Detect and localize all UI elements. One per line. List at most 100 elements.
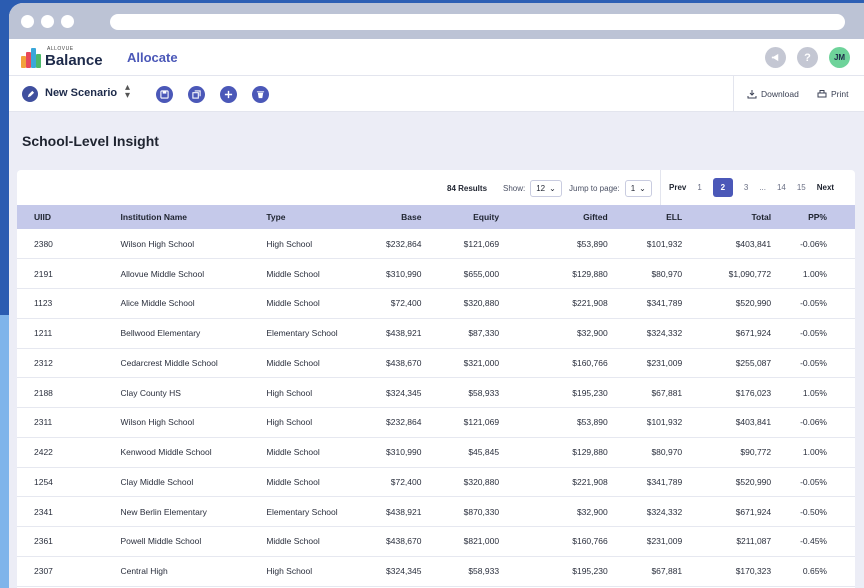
column-header-total[interactable]: Total	[682, 205, 771, 229]
print-label: Print	[831, 89, 849, 99]
duplicate-button[interactable]	[188, 86, 205, 103]
print-button[interactable]: Print	[817, 89, 848, 99]
table-row[interactable]: 1211 Bellwood Elementary Elementary School…	[17, 318, 855, 349]
show-label: Show:	[503, 184, 526, 193]
browser-window: ALLOVUE Balance Allocate ? JM New Scenar…	[9, 3, 864, 588]
type-cell: Elementary School	[266, 318, 366, 349]
institution-cell: Clay Middle School	[120, 467, 267, 498]
uiid-cell: 2191	[17, 258, 121, 289]
pp-percent-cell: -0.05%	[771, 348, 855, 379]
base-cell: $310,990	[365, 437, 422, 468]
page-link-1[interactable]: 1	[697, 183, 701, 192]
page-link-14[interactable]: 14	[777, 183, 786, 192]
total-cell: $255,087	[682, 348, 772, 379]
pp-percent-cell: -0.06%	[771, 229, 855, 260]
base-cell: $438,921	[365, 318, 422, 349]
brand-name: Balance	[45, 52, 103, 69]
table-row[interactable]: 2341 New Berlin Elementary Elementary Scho…	[17, 496, 855, 527]
window-maximize-dot[interactable]	[61, 15, 74, 28]
equity-cell: $320,880	[421, 288, 500, 319]
pp-percent-cell: -0.05%	[771, 288, 855, 319]
scenario-switch-chevron-icon[interactable]: ▴ ▾	[125, 83, 130, 101]
allocation-table: UIID Institution Name Type Base Equity G…	[17, 205, 855, 587]
table-row[interactable]: 2307 Central High High School $324,345 $58,9…	[17, 556, 855, 587]
window-minimize-dot[interactable]	[41, 15, 54, 28]
table-row[interactable]: 2380 Wilson High School High School $232,86…	[17, 229, 855, 260]
scenario-name[interactable]: New Scenario	[45, 87, 117, 99]
gifted-cell: $32,900	[499, 318, 608, 349]
scenario-toolbar: New Scenario ▴ ▾ Download Print	[9, 76, 864, 112]
gifted-cell: $160,766	[499, 526, 608, 557]
table-row[interactable]: 2188 Clay County HS High School $324,345 $58…	[17, 377, 855, 408]
pp-percent-cell: -0.50%	[771, 496, 855, 527]
delete-button[interactable]	[252, 86, 269, 103]
table-header-row: UIID Institution Name Type Base Equity G…	[17, 205, 855, 229]
equity-cell: $320,880	[421, 467, 500, 498]
institution-cell: Wilson High School	[120, 407, 267, 438]
page-link-2-active[interactable]: 2	[712, 178, 733, 197]
column-header-type[interactable]: Type	[266, 205, 365, 229]
total-cell: $90,772	[682, 437, 772, 468]
base-cell: $72,400	[365, 467, 422, 498]
next-page-link[interactable]: Next	[817, 183, 834, 192]
institution-cell: Central High	[120, 556, 267, 587]
equity-cell: $870,330	[421, 496, 500, 527]
pencil-icon[interactable]	[22, 86, 38, 102]
column-header-equity[interactable]: Equity	[421, 205, 499, 229]
column-header-gifted[interactable]: Gifted	[499, 205, 608, 229]
table-row[interactable]: 2191 Allovue Middle School Middle School $3…	[17, 258, 855, 289]
help-button[interactable]: ?	[797, 47, 818, 68]
total-cell: $520,990	[682, 288, 772, 319]
type-cell: High School	[266, 229, 366, 260]
save-button[interactable]	[156, 86, 173, 103]
ell-cell: $324,332	[607, 318, 683, 349]
page-ellipsis: ...	[759, 183, 766, 192]
base-cell: $438,670	[365, 348, 422, 379]
address-bar[interactable]	[110, 14, 845, 30]
save-icon	[160, 90, 169, 99]
ell-cell: $231,009	[607, 526, 683, 557]
notifications-button[interactable]	[765, 47, 786, 68]
total-cell: $403,841	[682, 229, 772, 260]
type-cell: Middle School	[266, 288, 366, 319]
type-cell: Elementary School	[266, 496, 366, 527]
column-header-uiid[interactable]: UIID	[17, 205, 120, 229]
download-button[interactable]: Download	[747, 89, 799, 99]
table-row[interactable]: 2361 Powell Middle School Middle School $43…	[17, 526, 855, 557]
equity-cell: $321,000	[421, 348, 500, 379]
column-header-pp-percent[interactable]: PP%	[771, 205, 855, 229]
column-header-institution[interactable]: Institution Name	[120, 205, 266, 229]
page-link-15[interactable]: 15	[797, 183, 806, 192]
window-close-dot[interactable]	[21, 15, 34, 28]
table-row[interactable]: 2311 Wilson High School High School $232,86…	[17, 407, 855, 438]
uiid-cell: 1123	[17, 288, 121, 319]
equity-cell: $121,069	[421, 229, 500, 260]
institution-cell: Allovue Middle School	[120, 258, 267, 289]
avatar[interactable]: JM	[829, 47, 850, 68]
table-row[interactable]: 2312 Cedarcrest Middle School Middle Schoo…	[17, 348, 855, 379]
table-row[interactable]: 1123 Alice Middle School Middle School $72,…	[17, 288, 855, 319]
pagination: Prev 1 2 3 ... 14 15 Next	[669, 178, 845, 197]
page-link-3[interactable]: 3	[744, 183, 748, 192]
pp-percent-cell: -0.05%	[771, 467, 855, 498]
add-button[interactable]	[220, 86, 237, 103]
results-count: 84 Results	[447, 184, 487, 193]
megaphone-icon	[771, 53, 779, 62]
chevron-down-icon: ⌄	[639, 184, 646, 193]
page-size-select[interactable]: 12 ⌄	[530, 180, 562, 197]
ell-cell: $341,789	[607, 288, 683, 319]
jump-to-page-select[interactable]: 1 ⌄	[624, 180, 652, 197]
type-cell: High School	[266, 377, 366, 408]
table-row[interactable]: 1254 Clay Middle School Middle School $72,4…	[17, 467, 855, 498]
ell-cell: $80,970	[607, 437, 683, 468]
column-header-base[interactable]: Base	[366, 205, 421, 229]
brand-logo[interactable]: ALLOVUE Balance	[21, 46, 103, 69]
uiid-cell: 2311	[17, 407, 121, 438]
gifted-cell: $129,880	[499, 258, 608, 289]
prev-page-link[interactable]: Prev	[669, 183, 686, 192]
base-cell: $438,921	[365, 496, 422, 527]
printer-icon	[817, 89, 827, 97]
table-row[interactable]: 2422 Kenwood Middle School Middle School $3…	[17, 437, 855, 468]
module-title[interactable]: Allocate	[127, 50, 178, 65]
column-header-ell[interactable]: ELL	[608, 205, 682, 229]
